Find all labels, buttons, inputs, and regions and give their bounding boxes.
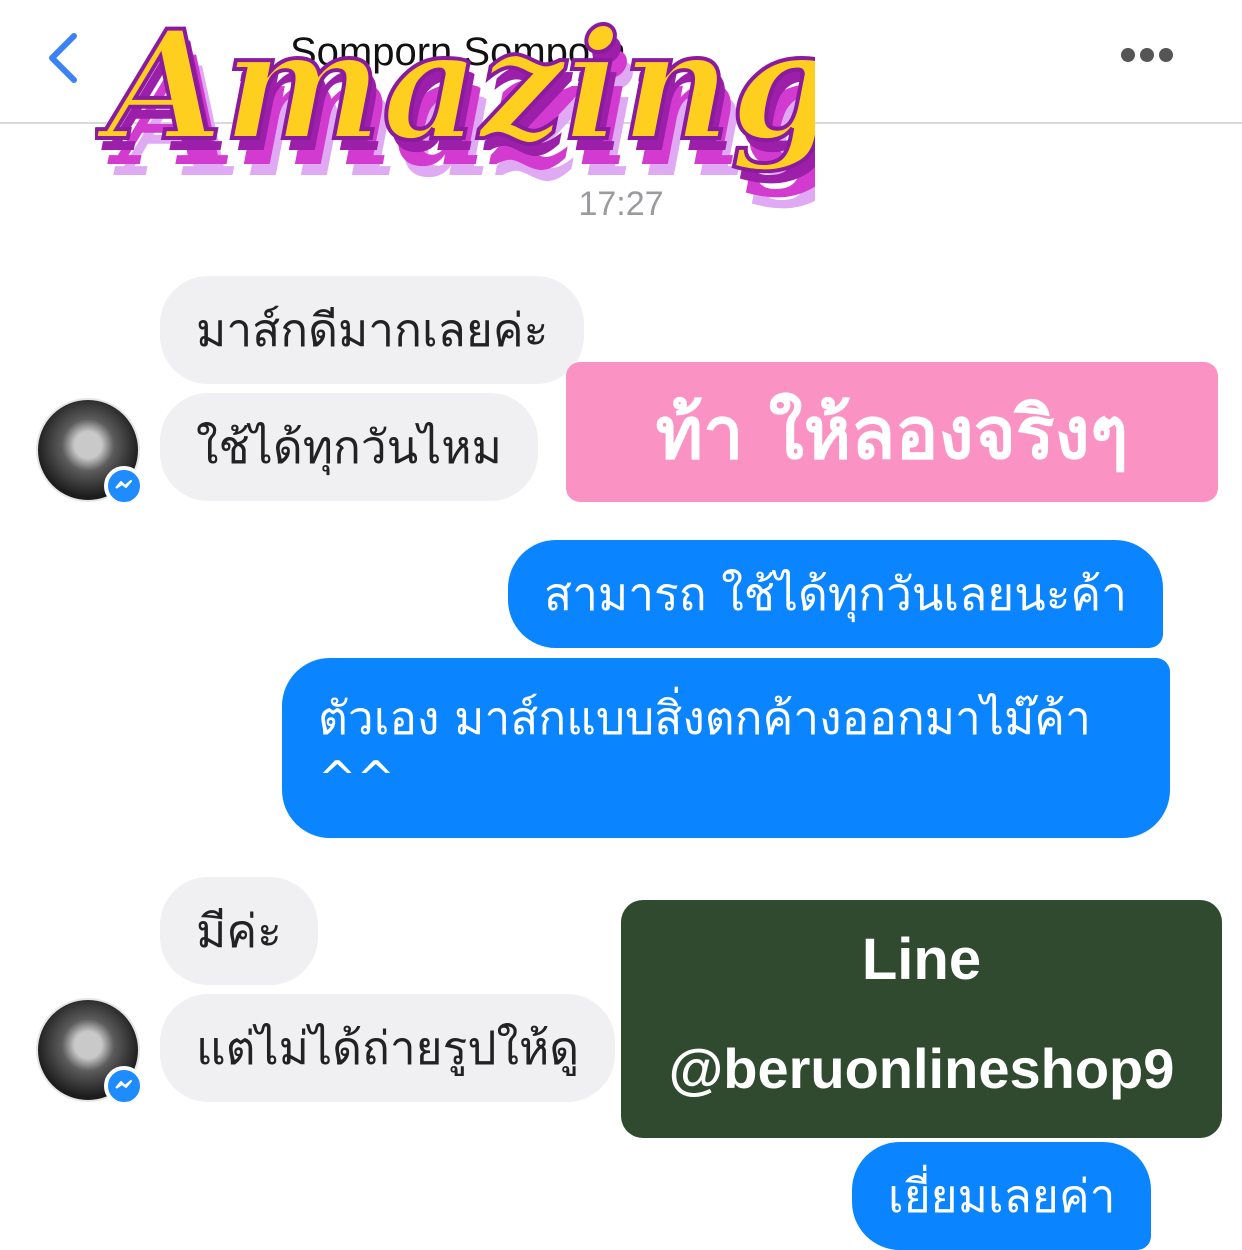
promo-banner-text: ท้า ให้ลองจริงๆ	[655, 390, 1129, 475]
outgoing-message-bubble[interactable]: สามารถ ใช้ได้ทุกวันเลยนะค้า	[508, 540, 1163, 648]
outgoing-message-bubble[interactable]: ตัวเอง มาส์กแบบสิ่งตกค้างออกมาไม๊ค้า ^^	[282, 658, 1170, 838]
sticker-text: Amazing	[95, 0, 815, 174]
outgoing-message-bubble[interactable]: เยี่ยมเลยค่า	[852, 1142, 1152, 1250]
message-text: สามารถ ใช้ได้ทุกวันเลยนะค้า	[544, 567, 1127, 621]
message-timestamp: 17:27	[578, 185, 664, 223]
messenger-icon	[104, 1066, 144, 1106]
messenger-bolt-icon	[115, 480, 132, 489]
message-text-line2: ^^	[318, 751, 396, 805]
incoming-message-bubble[interactable]: มาส์กดีมากเลยค่ะ	[160, 276, 585, 384]
incoming-message-bubble[interactable]: แต่ไม่ได้ถ่ายรูปให้ดู	[160, 994, 616, 1102]
avatar[interactable]	[36, 998, 144, 1106]
incoming-message-bubble[interactable]: มีค่ะ	[160, 877, 318, 985]
chevron-left-icon[interactable]	[40, 30, 96, 86]
incoming-message-bubble[interactable]: ใช้ได้ทุกวันไหม	[160, 393, 538, 501]
ellipsis-icon[interactable]	[1120, 46, 1174, 64]
messenger-bolt-icon	[115, 1080, 132, 1089]
line-id: @beruonlineshop9	[668, 1037, 1175, 1100]
line-label: Line	[861, 927, 982, 992]
messenger-icon	[104, 466, 144, 506]
avatar[interactable]	[36, 398, 144, 506]
message-text: เยี่ยมเลยค่า	[888, 1169, 1116, 1223]
message-text: มาส์กดีมากเลยค่ะ	[196, 303, 549, 357]
message-text: แต่ไม่ได้ถ่ายรูปให้ดู	[196, 1021, 580, 1075]
message-text-line1: ตัวเอง มาส์กแบบสิ่งตกค้างออกมาไม๊ค้า	[318, 691, 1091, 745]
promo-banner-pink: ท้า ให้ลองจริงๆ	[566, 362, 1218, 502]
message-text: ใช้ได้ทุกวันไหม	[196, 420, 502, 474]
line-contact-box: Line @beruonlineshop9	[621, 900, 1222, 1138]
message-text: มีค่ะ	[196, 904, 282, 958]
